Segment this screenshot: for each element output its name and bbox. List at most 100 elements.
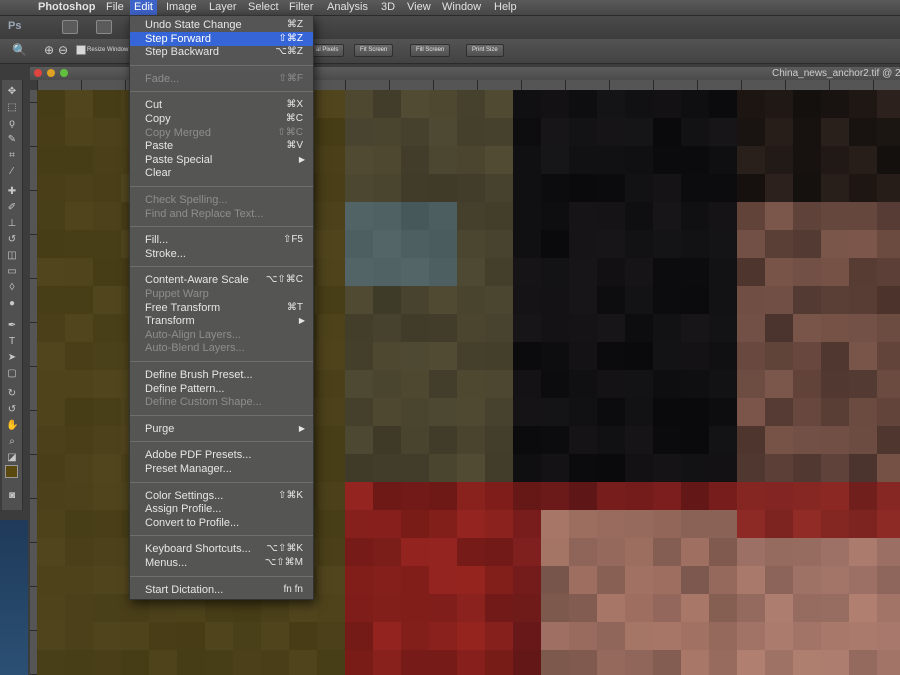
- image-pixel-block: [765, 566, 793, 594]
- image-pixel-block: [597, 454, 625, 482]
- crop-tool-icon[interactable]: ⌗: [6, 150, 18, 162]
- image-pixel-block: [877, 118, 900, 146]
- image-pixel-block: [513, 258, 541, 286]
- print-size-button[interactable]: Print Size: [466, 44, 504, 57]
- image-pixel-block: [429, 594, 457, 622]
- brush-tool-icon[interactable]: ✐: [6, 202, 18, 214]
- menu-item-shortcut: ⇧⌘K: [277, 489, 303, 501]
- launch-bridge-icon[interactable]: [62, 20, 78, 34]
- menu-item-menus[interactable]: Menus... ⌥⇧⌘M: [130, 556, 313, 570]
- default-colors-icon[interactable]: ◪: [6, 452, 18, 464]
- path-selection-tool-icon[interactable]: ➤: [6, 352, 18, 364]
- image-pixel-block: [793, 622, 821, 650]
- resize-window-checkbox[interactable]: [76, 45, 86, 55]
- dodge-tool-icon[interactable]: ●: [6, 298, 18, 310]
- history-brush-tool-icon[interactable]: ↺: [6, 234, 18, 246]
- zoom-window-icon[interactable]: [60, 69, 68, 77]
- clone-stamp-tool-icon[interactable]: ⊥: [6, 218, 18, 230]
- menu-select[interactable]: Select: [244, 0, 283, 15]
- menu-item-undo-state-change[interactable]: Undo State Change ⌘Z: [130, 18, 313, 32]
- minimize-window-icon[interactable]: [47, 69, 55, 77]
- eraser-tool-icon[interactable]: ◫: [6, 250, 18, 262]
- menu-photoshop[interactable]: Photoshop: [34, 0, 99, 15]
- quick-mask-icon[interactable]: ◙: [6, 490, 18, 502]
- eyedropper-tool-icon[interactable]: ⁄: [6, 166, 18, 178]
- menu-item-step-forward[interactable]: Step Forward ⇧⌘Z: [130, 31, 313, 46]
- actual-pixels-button[interactable]: al Pixels: [310, 44, 345, 57]
- move-tool-icon[interactable]: ✥: [6, 86, 18, 98]
- menu-item-label: Define Brush Preset...: [145, 369, 253, 381]
- zoom-out-icon[interactable]: ⊖: [58, 44, 71, 57]
- menu-item-color-settings[interactable]: Color Settings... ⇧⌘K: [130, 489, 313, 503]
- menu-view[interactable]: View: [403, 0, 435, 15]
- image-pixel-block: [541, 342, 569, 370]
- menu-filter[interactable]: Filter: [285, 0, 317, 15]
- image-pixel-block: [653, 230, 681, 258]
- menu-3d[interactable]: 3D: [377, 0, 399, 15]
- lasso-tool-icon[interactable]: ϙ: [6, 118, 18, 130]
- image-pixel-block: [513, 370, 541, 398]
- menu-edit[interactable]: Edit: [130, 0, 157, 15]
- close-window-icon[interactable]: [34, 69, 42, 77]
- menu-item-define-pattern[interactable]: Define Pattern...: [130, 382, 313, 396]
- blur-tool-icon[interactable]: ◊: [6, 282, 18, 294]
- menu-layer[interactable]: Layer: [205, 0, 241, 15]
- screen-mode-icon[interactable]: [96, 20, 112, 34]
- image-pixel-block: [849, 90, 877, 118]
- menu-item-fill[interactable]: Fill... ⇧F5: [130, 233, 313, 247]
- menu-item-clear[interactable]: Clear: [130, 166, 313, 180]
- menu-item-adobe-pdf-presets[interactable]: Adobe PDF Presets...: [130, 448, 313, 462]
- menu-item-step-backward[interactable]: Step Backward ⌥⌘Z: [130, 45, 313, 59]
- menu-item-transform[interactable]: Transform ▶: [130, 314, 313, 328]
- vertical-ruler[interactable]: [30, 90, 37, 675]
- menu-item-assign-profile[interactable]: Assign Profile...: [130, 502, 313, 516]
- image-pixel-block: [373, 342, 401, 370]
- quick-select-tool-icon[interactable]: ✎: [6, 134, 18, 146]
- menu-item-define-brush-preset[interactable]: Define Brush Preset...: [130, 368, 313, 382]
- fill-screen-button[interactable]: Fill Screen: [410, 44, 451, 57]
- marquee-tool-icon[interactable]: ⬚: [6, 102, 18, 114]
- menu-item-paste[interactable]: Paste ⌘V: [130, 139, 313, 153]
- hand-tool-icon[interactable]: ✋: [6, 420, 18, 432]
- menu-item-keyboard-shortcuts[interactable]: Keyboard Shortcuts... ⌥⇧⌘K: [130, 542, 313, 556]
- menu-item-start-dictation[interactable]: Start Dictation... fn fn: [130, 583, 313, 597]
- zoom-in-icon[interactable]: ⊕: [44, 44, 57, 57]
- 3d-orbit-tool-icon[interactable]: ↺: [6, 404, 18, 416]
- image-pixel-block: [457, 622, 485, 650]
- menu-file[interactable]: File: [102, 0, 128, 15]
- menu-item-cut[interactable]: Cut ⌘X: [130, 98, 313, 112]
- gradient-tool-icon[interactable]: ▭: [6, 266, 18, 278]
- menu-item-content-aware-scale[interactable]: Content-Aware Scale ⌥⇧⌘C: [130, 273, 313, 287]
- zoom-tool-panel-icon[interactable]: ⌕: [6, 436, 18, 448]
- menu-item-paste-special[interactable]: Paste Special ▶: [130, 153, 313, 167]
- menu-item-free-transform[interactable]: Free Transform ⌘T: [130, 301, 313, 315]
- menu-image[interactable]: Image: [162, 0, 201, 15]
- image-pixel-block: [233, 650, 261, 675]
- type-tool-icon[interactable]: T: [6, 336, 18, 348]
- menu-item-label: Keyboard Shortcuts...: [145, 543, 251, 556]
- menu-window[interactable]: Window: [438, 0, 485, 15]
- fit-screen-button[interactable]: Fit Screen: [354, 44, 394, 57]
- menu-item-preset-manager[interactable]: Preset Manager...: [130, 462, 313, 476]
- 3d-rotate-tool-icon[interactable]: ↻: [6, 388, 18, 400]
- image-pixel-block: [625, 594, 653, 622]
- pen-tool-icon[interactable]: ✒: [6, 320, 18, 332]
- shape-tool-icon[interactable]: ▢: [6, 368, 18, 380]
- image-pixel-block: [821, 398, 849, 426]
- image-pixel-block: [877, 90, 900, 118]
- image-pixel-block: [625, 510, 653, 538]
- foreground-color-swatch[interactable]: [5, 465, 18, 478]
- image-pixel-block: [205, 622, 233, 650]
- image-pixel-block: [401, 426, 429, 454]
- menu-item-stroke[interactable]: Stroke...: [130, 247, 313, 261]
- menu-item-copy[interactable]: Copy ⌘C: [130, 112, 313, 126]
- menu-analysis[interactable]: Analysis: [323, 0, 372, 15]
- menu-help[interactable]: Help: [490, 0, 521, 15]
- image-pixel-block: [317, 174, 345, 202]
- zoom-tool-icon[interactable]: 🔍: [12, 44, 27, 57]
- healing-brush-tool-icon[interactable]: ✚: [6, 186, 18, 198]
- image-pixel-block: [737, 370, 765, 398]
- menu-item-purge[interactable]: Purge ▶: [130, 422, 313, 436]
- menu-item-convert-to-profile[interactable]: Convert to Profile...: [130, 516, 313, 530]
- image-pixel-block: [513, 426, 541, 454]
